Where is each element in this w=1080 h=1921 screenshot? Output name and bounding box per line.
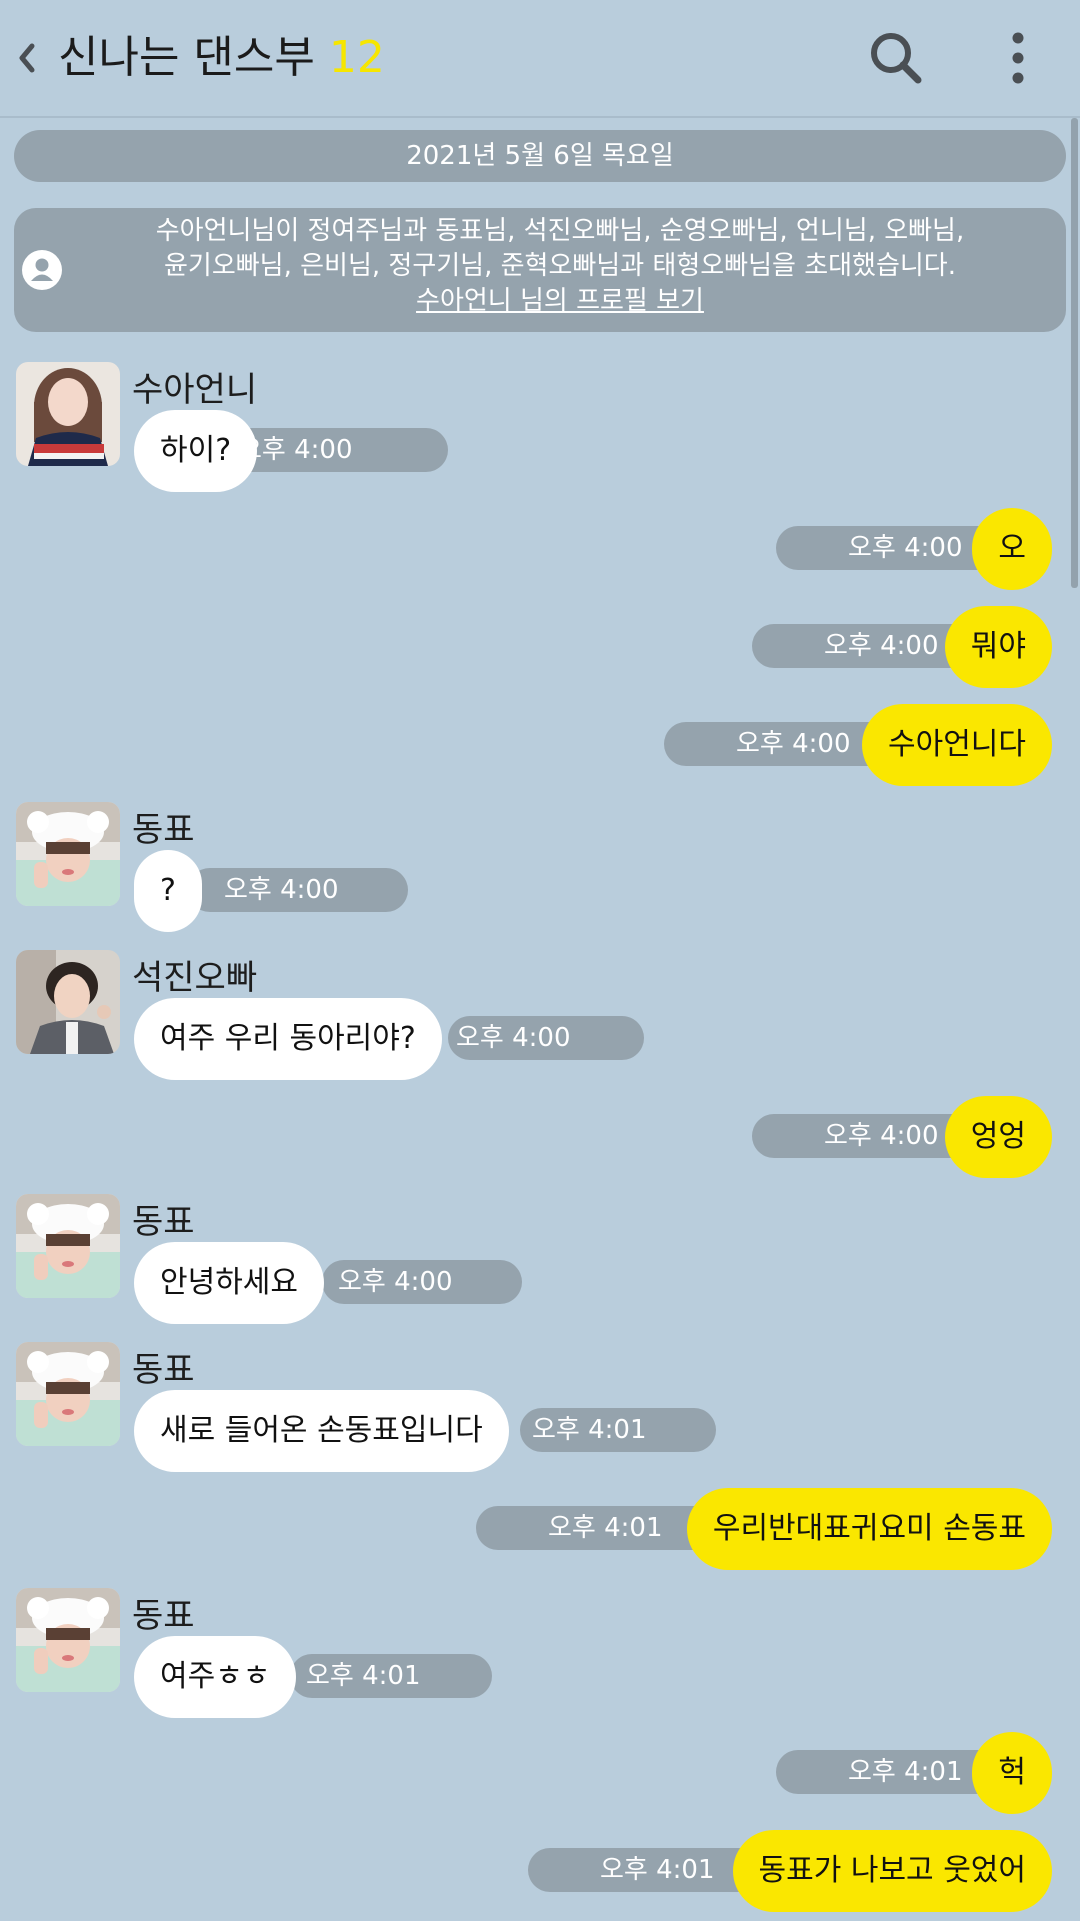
avatar-dongpyo[interactable] [16,1588,120,1692]
sender-name: 석진오빠 [132,958,258,998]
chevron-left-icon[interactable] [14,38,40,78]
message-bubble-outgoing[interactable]: 수아언니다 [862,704,1052,786]
avatar-seokjin[interactable] [16,950,120,1054]
message-time: 오후 4:00 [226,428,448,472]
invite-text: 수아언니님이 정여주님과 동표님, 석진오빠님, 순영오빠님, 언니님, 오빠님… [54,214,1066,319]
avatar-dongpyo[interactable] [16,1194,120,1298]
scrollbar[interactable] [1071,118,1078,588]
message-bubble-incoming[interactable]: 여주ㅎㅎ [134,1636,297,1718]
more-vertical-icon[interactable] [1000,30,1036,86]
avatar-dongpyo[interactable] [16,1342,120,1446]
message-bubble-incoming[interactable]: 하이? [134,410,258,492]
profile-link[interactable]: 수아언니 님의 프로필 보기 [54,284,1066,319]
sender-name: 동표 [132,1350,195,1390]
message-time: 오후 4:01 [520,1408,716,1452]
chat-room-title: 신나는 댄스부 12 [58,30,385,86]
message-bubble-outgoing[interactable]: 뭐야 [944,606,1052,688]
message-time: 오후 4:00 [448,1016,644,1060]
avatar-dongpyo[interactable] [16,802,120,906]
date-divider: 2021년 5월 6일 목요일 [14,130,1066,182]
message-bubble-outgoing[interactable]: 헉 [972,1732,1052,1814]
message-time: 오후 4:00 [322,1260,522,1304]
message-bubble-outgoing[interactable]: 동표가 나보고 웃었어 [732,1830,1052,1912]
member-count: 12 [328,32,385,83]
chat-header: 신나는 댄스부 12 [0,0,1080,118]
invite-line-2: 윤기오빠님, 은비님, 정구기님, 준혁오빠님과 태형오빠님을 초대했습니다. [164,251,956,281]
avatar-sua[interactable] [16,362,120,466]
search-icon[interactable] [868,30,924,86]
sender-name: 수아언니 [132,370,258,410]
message-time: 오후 4:00 [188,868,408,912]
invite-line-1: 수아언니님이 정여주님과 동표님, 석진오빠님, 순영오빠님, 언니님, 오빠님… [155,216,965,246]
message-bubble-incoming[interactable]: 새로 들어온 손동표입니다 [134,1390,509,1472]
room-name: 신나는 댄스부 [58,32,315,83]
message-bubble-incoming[interactable]: 여주 우리 동아리야? [134,998,442,1080]
message-bubble-outgoing[interactable]: 엉엉 [944,1096,1052,1178]
message-bubble-outgoing[interactable]: 오 [972,508,1052,590]
message-time: 오후 4:01 [476,1506,716,1550]
sender-name: 동표 [132,1596,195,1636]
sender-name: 동표 [132,810,195,850]
message-bubble-outgoing[interactable]: 우리반대표귀요미 손동표 [686,1488,1052,1570]
invite-notice: 수아언니님이 정여주님과 동표님, 석진오빠님, 순영오빠님, 언니님, 오빠님… [14,208,1066,332]
message-bubble-incoming[interactable]: 안녕하세요 [134,1242,324,1324]
sender-name: 동표 [132,1202,195,1242]
message-time: 오후 4:01 [290,1654,492,1698]
message-bubble-incoming[interactable]: ? [134,850,202,932]
